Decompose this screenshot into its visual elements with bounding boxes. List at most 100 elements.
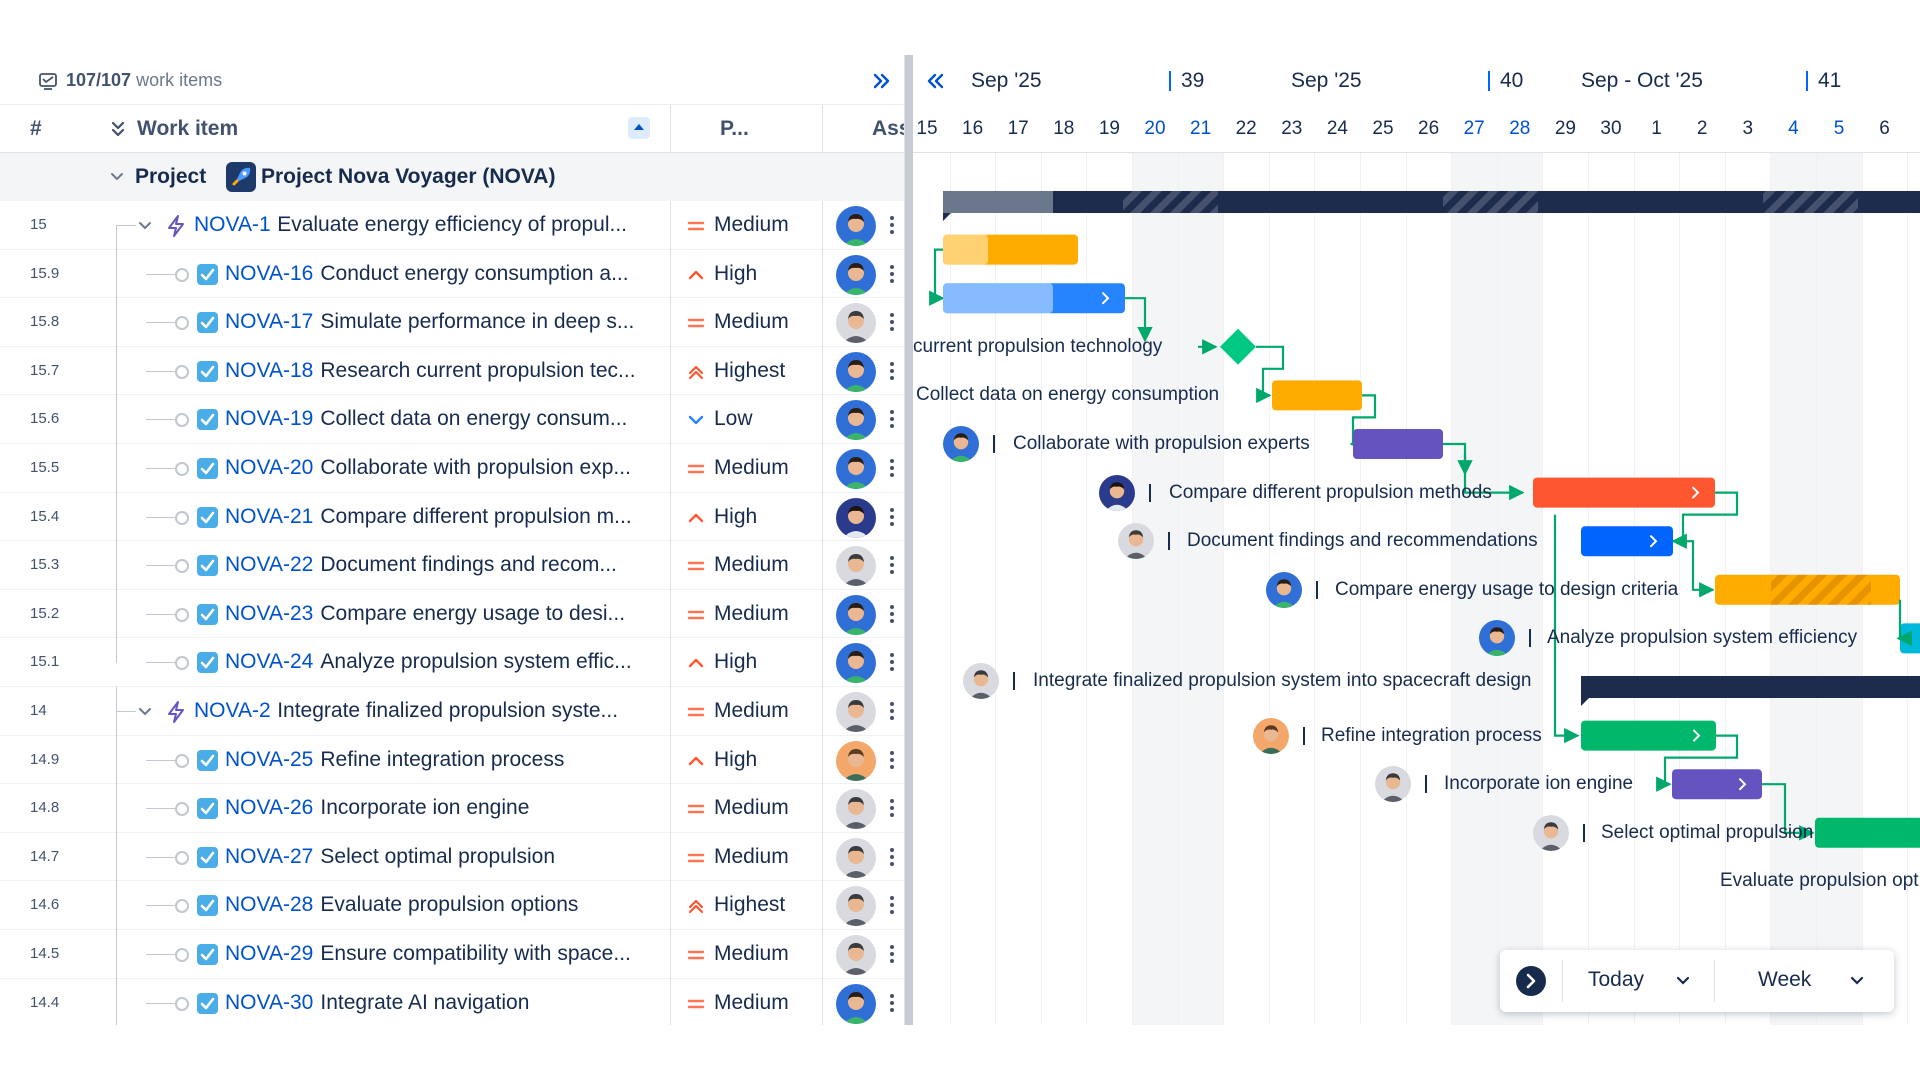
avatar[interactable]	[1253, 717, 1289, 754]
avatar[interactable]	[836, 449, 876, 489]
more-actions-icon[interactable]	[888, 700, 896, 722]
issue-key[interactable]: NOVA-18	[225, 359, 313, 383]
more-actions-icon[interactable]	[888, 894, 896, 916]
avatar[interactable]	[836, 594, 876, 635]
priority-label[interactable]: Medium	[714, 456, 789, 480]
chevron-down-icon[interactable]	[138, 705, 152, 719]
task-bar[interactable]	[943, 234, 1078, 265]
task-row[interactable]: 14.7 NOVA-27 Select optimal propulsion Medi…	[0, 832, 904, 882]
timeline-bar-label[interactable]: Compare energy usage to design criteria	[1335, 579, 1678, 601]
task-bar[interactable]	[1353, 429, 1443, 459]
scale-selector[interactable]: Week	[1758, 968, 1811, 992]
issue-summary[interactable]: Research current propulsion tec...	[320, 359, 635, 383]
issue-key[interactable]: NOVA-26	[225, 796, 313, 820]
issue-summary[interactable]: Evaluate propulsion options	[320, 893, 578, 917]
timeline-bar-label[interactable]: Collect data on energy consumption	[916, 384, 1219, 406]
priority-label[interactable]: High	[714, 262, 757, 286]
priority-label[interactable]: Medium	[714, 310, 789, 334]
milestone-diamond[interactable]	[1220, 328, 1256, 365]
task-bar[interactable]	[1900, 623, 1920, 654]
chevron-down-icon[interactable]	[110, 170, 124, 184]
timeline-bar-label[interactable]: Collaborate with propulsion experts	[1013, 433, 1310, 455]
scroll-to-today-button[interactable]	[1516, 966, 1546, 996]
issue-key[interactable]: NOVA-2	[194, 699, 271, 723]
issue-summary[interactable]: Ensure compatibility with space...	[320, 942, 630, 966]
issue-summary[interactable]: Select optimal propulsion	[320, 845, 555, 869]
column-priority[interactable]: P...	[720, 117, 749, 141]
avatar[interactable]	[836, 546, 876, 587]
issue-key[interactable]: NOVA-1	[194, 213, 271, 237]
avatar[interactable]	[836, 692, 876, 732]
task-row[interactable]: 15.5 NOVA-20 Collaborate with propulsion e…	[0, 444, 904, 493]
task-bar[interactable]	[1533, 477, 1715, 508]
more-actions-icon[interactable]	[888, 554, 896, 576]
task-row[interactable]: 15.2 NOVA-23 Compare energy usage to desi.…	[0, 589, 904, 639]
epic-bar[interactable]	[943, 191, 1920, 221]
collapse-all-icon[interactable]	[108, 119, 128, 139]
task-bar[interactable]	[1715, 574, 1900, 605]
more-actions-icon[interactable]	[888, 214, 896, 236]
priority-label[interactable]: High	[714, 748, 757, 772]
column-work-item[interactable]: Work item	[137, 117, 238, 141]
column-divider[interactable]	[822, 105, 823, 153]
avatar[interactable]	[836, 837, 876, 878]
issue-key[interactable]: NOVA-21	[225, 505, 313, 529]
epic-row[interactable]: 15 NOVA-1 Evaluate energy efficiency of pr…	[0, 201, 904, 250]
more-actions-icon[interactable]	[888, 943, 896, 965]
issue-summary[interactable]: Document findings and recom...	[320, 553, 616, 577]
collapse-grid-icon[interactable]	[923, 69, 947, 93]
avatar[interactable]	[963, 663, 999, 699]
issue-key[interactable]: NOVA-30	[225, 991, 313, 1015]
priority-label[interactable]: Medium	[714, 942, 789, 966]
more-actions-icon[interactable]	[888, 457, 896, 479]
priority-label[interactable]: Medium	[714, 699, 789, 723]
priority-label[interactable]: High	[714, 505, 757, 529]
project-group-row[interactable]: Project Project Nova Voyager (NOVA)	[0, 153, 904, 201]
priority-label[interactable]: Medium	[714, 213, 789, 237]
task-row[interactable]: 14.9 NOVA-25 Refine integration process Hig…	[0, 735, 904, 785]
timeline-bar-label[interactable]: current propulsion technology	[913, 336, 1162, 358]
avatar[interactable]	[836, 789, 876, 830]
task-bar[interactable]	[943, 283, 1125, 314]
avatar[interactable]	[1118, 523, 1154, 560]
avatar[interactable]	[836, 206, 876, 246]
issue-key[interactable]: NOVA-20	[225, 456, 313, 480]
avatar[interactable]	[836, 935, 876, 975]
avatar[interactable]	[836, 351, 876, 392]
issue-key[interactable]: NOVA-25	[225, 748, 313, 772]
expand-timeline-icon[interactable]	[870, 69, 894, 93]
column-number[interactable]: #	[30, 117, 42, 141]
issue-summary[interactable]: Refine integration process	[320, 748, 564, 772]
issue-summary[interactable]: Incorporate ion engine	[320, 796, 529, 820]
more-actions-icon[interactable]	[888, 797, 896, 819]
task-row[interactable]: 14.6 NOVA-28 Evaluate propulsion options Hi…	[0, 881, 904, 931]
issue-key[interactable]: NOVA-27	[225, 845, 313, 869]
task-row[interactable]: 15.4 NOVA-21 Compare different propulsion …	[0, 492, 904, 542]
column-assignee[interactable]: Ass	[872, 117, 904, 141]
task-bar[interactable]	[1272, 380, 1362, 411]
avatar[interactable]	[1266, 571, 1302, 608]
timeline-bar-label[interactable]: Analyze propulsion system efficiency	[1547, 627, 1857, 649]
task-row[interactable]: 14.4 NOVA-30 Integrate AI navigation Medium	[0, 978, 904, 1025]
issue-key[interactable]: NOVA-28	[225, 893, 313, 917]
task-bar[interactable]	[1581, 526, 1673, 557]
task-row[interactable]: 15.1 NOVA-24 Analyze propulsion system eff…	[0, 638, 904, 688]
avatar[interactable]	[836, 497, 876, 538]
epic-bar[interactable]	[1581, 676, 1920, 706]
sort-ascending-icon[interactable]	[628, 117, 650, 139]
more-actions-icon[interactable]	[888, 603, 896, 625]
avatar[interactable]	[836, 983, 876, 1024]
issue-key[interactable]: NOVA-16	[225, 262, 313, 286]
issue-key[interactable]: NOVA-19	[225, 407, 313, 431]
task-bar[interactable]	[1581, 720, 1716, 751]
timeline-bar-label[interactable]: Compare different propulsion methods	[1169, 482, 1492, 504]
chevron-down-icon[interactable]	[1676, 974, 1690, 988]
issue-summary[interactable]: Integrate finalized propulsion syste...	[277, 699, 618, 723]
timeline-bar-label[interactable]: Document findings and recommendations	[1187, 530, 1538, 552]
priority-label[interactable]: High	[714, 650, 757, 674]
priority-label[interactable]: Medium	[714, 845, 789, 869]
more-actions-icon[interactable]	[888, 992, 896, 1014]
priority-label[interactable]: Highest	[714, 359, 785, 383]
issue-summary[interactable]: Compare different propulsion m...	[320, 505, 631, 529]
more-actions-icon[interactable]	[888, 263, 896, 285]
